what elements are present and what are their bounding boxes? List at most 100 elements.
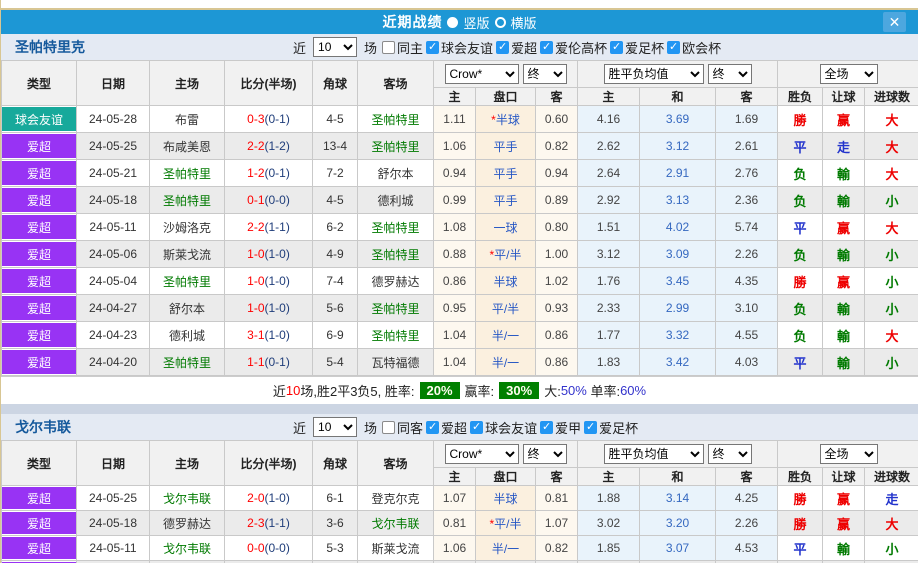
single-rate-label: 单率: <box>587 381 620 400</box>
matches-count-select[interactable]: 10 <box>313 37 357 57</box>
section-filter-row: 圣帕特里克近10场同主✓球会友谊✓爱超✓爱伦高杯✓爱足杯✓欧会杯 <box>1 34 918 60</box>
avg-draw-cell: 4.02 <box>640 214 716 241</box>
same-venue-toggle[interactable]: 同主 <box>382 38 423 57</box>
odds-home-cell: 1.04 <box>434 322 476 349</box>
league-filter[interactable]: ✓爱超 <box>496 38 537 57</box>
league-filter[interactable]: ✓爱伦高杯 <box>540 38 607 57</box>
goals-result-cell: 小 <box>865 349 918 376</box>
avg-away-cell: 4.03 <box>716 349 778 376</box>
col-header-home: 主场 <box>150 61 225 106</box>
sub-header-avg-0: 主 <box>578 468 640 486</box>
avg-group-header: 胜平负均值终 <box>578 61 778 88</box>
fulltime-score: 2-3 <box>247 516 264 530</box>
league-checkbox[interactable]: ✓ <box>584 421 597 434</box>
odds-home-cell: 0.81 <box>434 511 476 536</box>
matches-count-select[interactable]: 10 <box>313 417 357 437</box>
league-checkbox[interactable]: ✓ <box>667 41 680 54</box>
away-team-cell: 德利城 <box>358 187 434 214</box>
odds-company-select[interactable]: Crow* <box>445 444 519 464</box>
same-venue-label: 同主 <box>397 38 423 57</box>
fulltime-score: 1-1 <box>247 355 264 369</box>
table-row: 爱超24-05-11沙姆洛克2-2(1-1)6-2圣帕特里1.08一球0.801… <box>2 214 918 241</box>
goals-result-cell: 走 <box>865 486 918 511</box>
odds-time-select[interactable]: 终 <box>523 64 567 84</box>
date-cell: 24-05-04 <box>77 268 150 295</box>
league-filter[interactable]: ✓爱超 <box>426 418 467 437</box>
col-header-corners: 角球 <box>313 441 358 486</box>
home-team-cell: 德罗赫达 <box>150 511 225 536</box>
halftime-score: (1-2) <box>265 139 290 153</box>
avg-away-cell: 2.26 <box>716 241 778 268</box>
odds-time-select[interactable]: 终 <box>523 444 567 464</box>
big-rate-label: 大: <box>544 381 561 400</box>
odds-company-select[interactable]: Crow* <box>445 64 519 84</box>
avg-home-cell: 1.76 <box>578 268 640 295</box>
vertical-layout-radio[interactable] <box>447 17 458 28</box>
close-button[interactable]: ✕ <box>883 12 906 32</box>
league-filter[interactable]: ✓爱足杯 <box>584 418 638 437</box>
league-filter[interactable]: ✓球会友谊 <box>426 38 493 57</box>
league-checkbox[interactable]: ✓ <box>540 421 553 434</box>
date-cell: 24-05-06 <box>77 241 150 268</box>
same-venue-checkbox[interactable] <box>382 41 395 54</box>
header-row-groups: 类型日期主场比分(半场)角球客场Crow*终胜平负均值终全场 <box>2 61 918 88</box>
filter-group: 近10场同主✓球会友谊✓爱超✓爱伦高杯✓爱足杯✓欧会杯 <box>291 37 721 57</box>
league-checkbox[interactable]: ✓ <box>426 41 439 54</box>
wdl-result-cell: 负 <box>778 187 823 214</box>
avg-time-select[interactable]: 终 <box>708 64 752 84</box>
vertical-layout-label[interactable]: 竖版 <box>463 13 489 32</box>
league-checkbox[interactable]: ✓ <box>426 421 439 434</box>
date-cell: 24-04-27 <box>77 295 150 322</box>
horizontal-layout-label[interactable]: 横版 <box>511 13 537 32</box>
league-filter[interactable]: ✓爱足杯 <box>610 38 664 57</box>
same-venue-toggle[interactable]: 同客 <box>382 418 423 437</box>
score-cell: 2-2(1-2) <box>225 133 313 160</box>
match-type-badge: 爱超 <box>2 188 76 212</box>
sub-header-result-1: 让球 <box>823 468 865 486</box>
goals-result-cell: 大 <box>865 322 918 349</box>
same-venue-checkbox[interactable] <box>382 421 395 434</box>
handicap-result-cell: 輸 <box>823 160 865 187</box>
away-team-cell: 德罗赫达 <box>358 268 434 295</box>
horizontal-layout-radio[interactable] <box>495 17 506 28</box>
col-header-date: 日期 <box>77 441 150 486</box>
sub-header-odds-2: 客 <box>536 468 578 486</box>
league-filter[interactable]: ✓爱甲 <box>540 418 581 437</box>
avg-type-select[interactable]: 胜平负均值 <box>604 64 704 84</box>
avg-time-select[interactable]: 终 <box>708 444 752 464</box>
odds-home-cell: 1.11 <box>434 106 476 133</box>
goals-result-cell: 小 <box>865 295 918 322</box>
odds-home-cell: 0.95 <box>434 295 476 322</box>
avg-away-cell: 3.10 <box>716 295 778 322</box>
match-type-cell: 爱超 <box>2 187 77 214</box>
league-checkbox[interactable]: ✓ <box>540 41 553 54</box>
home-team-cell: 戈尔韦联 <box>150 536 225 561</box>
league-filter[interactable]: ✓球会友谊 <box>470 418 537 437</box>
league-checkbox[interactable]: ✓ <box>470 421 483 434</box>
goals-result-cell: 大 <box>865 214 918 241</box>
home-team-cell: 戈尔韦联 <box>150 486 225 511</box>
score-cell: 0-0(0-0) <box>225 536 313 561</box>
league-checkbox[interactable]: ✓ <box>496 41 509 54</box>
scope-select[interactable]: 全场 <box>820 444 878 464</box>
league-filter[interactable]: ✓欧会杯 <box>667 38 721 57</box>
home-team-cell: 布雷 <box>150 106 225 133</box>
handicap-result-cell: 輸 <box>823 536 865 561</box>
home-team-cell: 斯莱戈流 <box>150 241 225 268</box>
fulltime-score: 1-2 <box>247 166 264 180</box>
corners-cell: 4-9 <box>313 241 358 268</box>
home-team-cell: 布咸美恩 <box>150 133 225 160</box>
avg-home-cell: 1.77 <box>578 322 640 349</box>
handicap-cell: 半/一 <box>476 349 536 376</box>
home-team-cell: 圣帕特里 <box>150 160 225 187</box>
avg-type-select[interactable]: 胜平负均值 <box>604 444 704 464</box>
sub-header-result-1: 让球 <box>823 88 865 106</box>
scope-select[interactable]: 全场 <box>820 64 878 84</box>
avg-home-cell: 1.88 <box>578 486 640 511</box>
avg-home-cell: 1.83 <box>578 349 640 376</box>
league-checkbox[interactable]: ✓ <box>610 41 623 54</box>
odds-home-cell: 1.04 <box>434 349 476 376</box>
home-team-cell: 圣帕特里 <box>150 268 225 295</box>
away-team-cell: 圣帕特里 <box>358 241 434 268</box>
col-header-type: 类型 <box>2 441 77 486</box>
